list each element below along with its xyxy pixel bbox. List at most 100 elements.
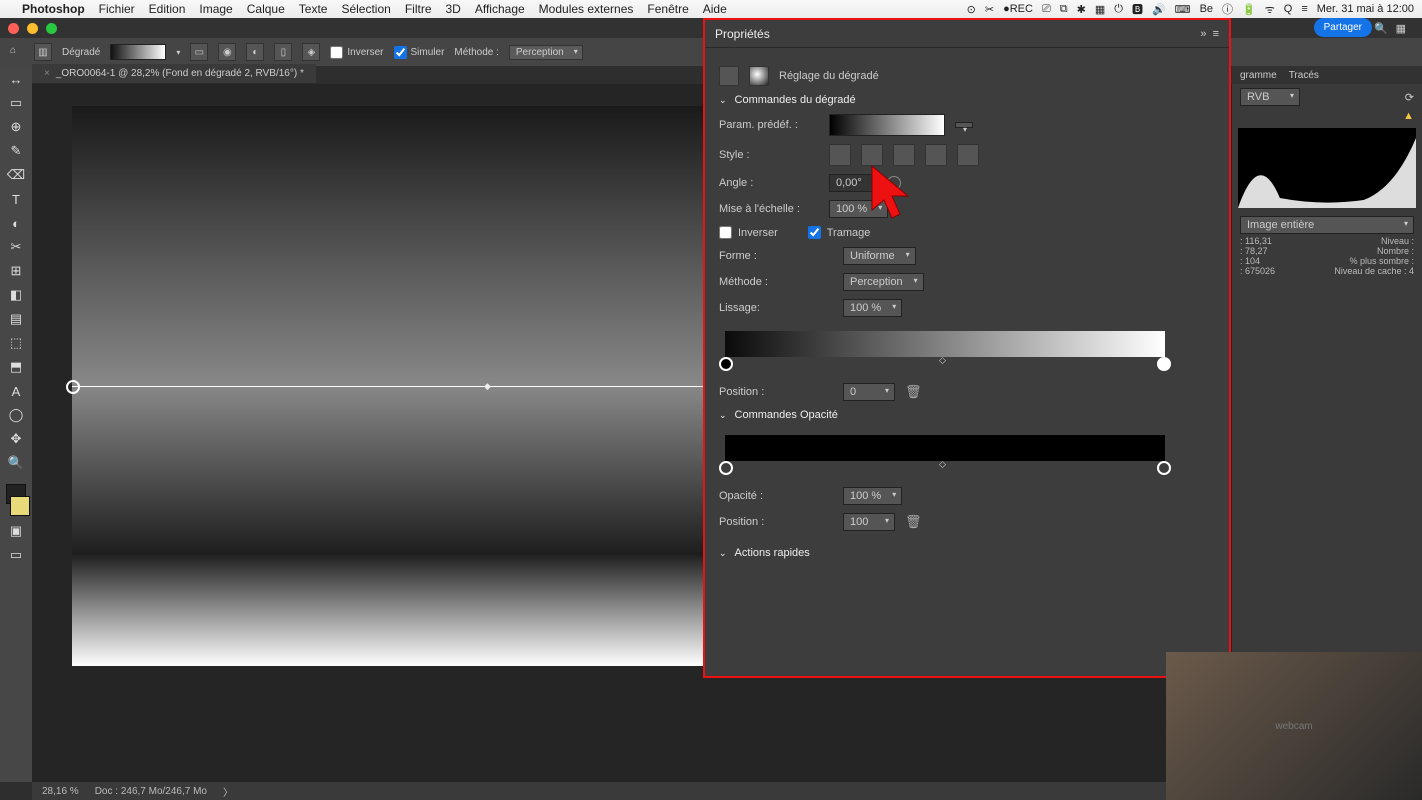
lasso-tool[interactable]: ⊕ [5, 118, 27, 136]
opacity-stop-end[interactable] [1157, 461, 1171, 475]
section-commandes-degrade[interactable]: ⌄Commandes du dégradé [719, 94, 1215, 106]
bg-swatch[interactable] [10, 496, 30, 516]
screen-mode-icon[interactable]: ▭ [5, 546, 27, 564]
channel-select[interactable]: RVB [1240, 88, 1300, 106]
menu-image[interactable]: Image [199, 2, 232, 16]
gradient-start-handle[interactable] [66, 380, 80, 394]
position2-input[interactable]: 100 [843, 513, 895, 531]
delete-stop-icon[interactable]: 🗑 [905, 384, 922, 400]
collapse-icon[interactable]: » [1200, 28, 1206, 40]
style-diamond-icon[interactable] [957, 144, 979, 166]
grad-diamond-icon[interactable]: ◈ [302, 43, 320, 61]
menu-texte[interactable]: Texte [299, 2, 328, 16]
gradient-line[interactable] [72, 386, 742, 387]
menu-selection[interactable]: Sélection [341, 2, 390, 16]
grad-radial-icon[interactable]: ◉ [218, 43, 236, 61]
status-icon[interactable]: ✂ [985, 3, 994, 16]
brush-tool[interactable]: ✎ [5, 142, 27, 160]
menu-filtre[interactable]: Filtre [405, 2, 432, 16]
status-icon[interactable]: ⊙ [967, 3, 976, 16]
pen-tool[interactable]: ⬚ [5, 334, 27, 352]
grad-reflected-icon[interactable]: ▯ [274, 43, 292, 61]
style-radial-icon[interactable] [861, 144, 883, 166]
refresh-icon[interactable]: ⟳ [1405, 91, 1414, 104]
status-icon[interactable]: ⓘ [1222, 1, 1233, 17]
status-icon[interactable]: Q [1284, 3, 1293, 15]
opacity-editor-bar[interactable] [725, 435, 1165, 461]
menu-modules[interactable]: Modules externes [539, 2, 634, 16]
angle-dial-icon[interactable] [887, 176, 901, 190]
inverser-check[interactable]: Inverser [330, 46, 383, 59]
move-tool[interactable]: ↔ [5, 70, 27, 88]
status-icon[interactable]: ⎚ [1042, 3, 1051, 16]
section-commandes-opacite[interactable]: ⌄Commandes Opacité [719, 409, 1215, 421]
status-icon[interactable]: ᯤ [1265, 2, 1275, 17]
panel-menu-icon[interactable]: ≡ [1213, 28, 1219, 40]
frame-tool[interactable]: ⊞ [5, 262, 27, 280]
color-stop-start[interactable] [719, 357, 733, 371]
gradient-midpoint-handle[interactable]: ◆ [484, 381, 491, 392]
gradient-tool[interactable]: ◧ [5, 286, 27, 304]
warning-icon[interactable]: ▲ [1232, 110, 1422, 122]
status-icon[interactable]: 🔊 [1152, 3, 1166, 16]
home-icon[interactable]: ⌂ [10, 45, 24, 59]
simuler-check[interactable]: Simuler [394, 46, 445, 59]
status-icon[interactable]: ⌨ [1175, 3, 1191, 16]
search-icon[interactable]: 🔍 [1374, 22, 1388, 35]
type-tool[interactable]: T [5, 190, 27, 208]
status-icon[interactable]: ≡ [1301, 3, 1307, 15]
gradient-editor-bar[interactable] [725, 331, 1165, 357]
methode-select[interactable]: Perception [509, 45, 583, 60]
app-name[interactable]: Photoshop [22, 2, 85, 16]
menu-fichier[interactable]: Fichier [99, 2, 135, 16]
tab-histogramme[interactable]: gramme [1240, 70, 1277, 81]
gradient-preview[interactable] [110, 44, 166, 60]
forme-select[interactable]: Uniforme [843, 247, 916, 265]
status-icon[interactable]: ▦ [1095, 3, 1105, 16]
color-stop-end[interactable] [1157, 357, 1171, 371]
doc-layout-icon[interactable]: ▥ [34, 43, 52, 61]
menu-aide[interactable]: Aide [703, 2, 727, 16]
eraser-tool[interactable]: ⌫ [5, 166, 27, 184]
status-icon[interactable]: ⧉ [1060, 3, 1068, 16]
inverser-checkbox[interactable]: Inverser [719, 226, 778, 239]
status-icon[interactable]: Be [1200, 3, 1213, 15]
close-dot[interactable] [8, 23, 19, 34]
preset-swatch[interactable] [829, 114, 945, 136]
share-button[interactable]: Partager [1314, 18, 1372, 37]
prop-methode-select[interactable]: Perception [843, 273, 924, 291]
style-linear-icon[interactable] [829, 144, 851, 166]
zoom-level[interactable]: 28,16 % [42, 786, 79, 797]
status-icon[interactable]: 🅱 [1132, 1, 1143, 17]
tramage-checkbox[interactable]: Tramage [808, 226, 871, 239]
document-tab[interactable]: × _ORO0064-1 @ 28,2% (Fond en dégradé 2,… [32, 64, 316, 84]
mask-icon[interactable] [749, 66, 769, 86]
position-input[interactable]: 0 [843, 383, 895, 401]
ellipse-tool[interactable]: ◯ [5, 406, 27, 424]
workspace-icon[interactable]: ▦ [1396, 22, 1406, 35]
tab-traces[interactable]: Tracés [1289, 70, 1319, 81]
region-select[interactable]: Image entière [1240, 216, 1414, 234]
menu-edition[interactable]: Edition [149, 2, 186, 16]
zoom-tool[interactable]: 🔍 [5, 454, 27, 472]
crop-tool[interactable]: ✂ [5, 238, 27, 256]
opacite-select[interactable]: 100 % [843, 487, 902, 505]
clock-text[interactable]: Mer. 31 mai à 12:00 [1317, 3, 1414, 15]
grad-linear-icon[interactable]: ▭ [190, 43, 208, 61]
status-icon[interactable]: 🔋 [1242, 3, 1256, 16]
opacity-midpoint-handle[interactable]: ◇ [939, 459, 946, 470]
scale-select[interactable]: 100 % [829, 200, 888, 218]
menu-fenetre[interactable]: Fenêtre [647, 2, 688, 16]
delete-opacity-stop-icon[interactable]: 🗑 [905, 514, 922, 530]
mask-mode-icon[interactable]: ▣ [5, 522, 27, 540]
patch-tool[interactable]: ▤ [5, 310, 27, 328]
lissage-select[interactable]: 100 % [843, 299, 902, 317]
menu-affichage[interactable]: Affichage [475, 2, 525, 16]
menu-calque[interactable]: Calque [247, 2, 285, 16]
path-tool[interactable]: A [5, 382, 27, 400]
style-angle-icon[interactable] [893, 144, 915, 166]
dodge-tool[interactable]: ◐ [5, 214, 27, 232]
status-icon[interactable]: ⏻ [1114, 3, 1123, 16]
adjustment-icon[interactable] [719, 66, 739, 86]
hand-tool[interactable]: ✥ [5, 430, 27, 448]
